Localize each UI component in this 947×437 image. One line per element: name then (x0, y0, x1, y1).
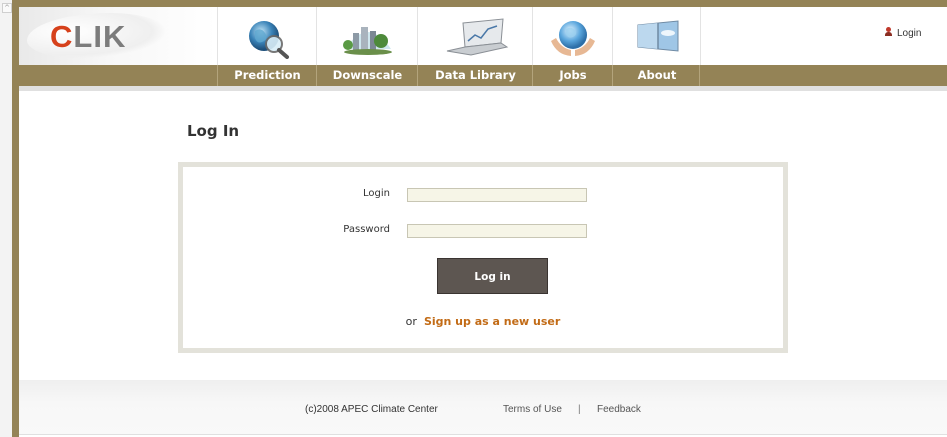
scroll-up-arrow-icon[interactable]: ^ (2, 3, 12, 13)
nav-item-about[interactable]: About (612, 65, 701, 86)
nav-divider (699, 65, 700, 86)
main-nav: Prediction Downscale Data Library Jobs A… (19, 65, 947, 86)
footer-copyright: (c)2008 APEC Climate Center (305, 404, 438, 415)
prediction-thumb[interactable] (217, 7, 317, 65)
jobs-thumb[interactable] (532, 7, 613, 65)
nav-item-jobs[interactable]: Jobs (532, 65, 613, 86)
feedback-link[interactable]: Feedback (597, 404, 641, 415)
terms-of-use-link[interactable]: Terms of Use (503, 404, 562, 415)
nav-item-data-library[interactable]: Data Library (417, 65, 533, 86)
header-login-label: Login (897, 28, 922, 39)
logo-letter-c: C (50, 19, 74, 54)
globe-magnifier-icon (248, 21, 289, 59)
signup-link[interactable]: Sign up as a new user (424, 315, 560, 328)
login-submit-button[interactable]: Log in (437, 258, 548, 294)
scrollbar-gutter[interactable]: ^ (0, 0, 12, 437)
nav-item-prediction[interactable]: Prediction (217, 65, 317, 86)
password-field-label: Password (343, 224, 390, 235)
password-input[interactable] (407, 224, 587, 238)
data-library-thumb[interactable] (417, 7, 533, 65)
city-globe-icon (342, 27, 392, 55)
site-footer (19, 380, 947, 435)
frame-top-rail (12, 0, 947, 7)
laptop-chart-icon (446, 18, 508, 56)
downscale-thumb[interactable] (316, 7, 418, 65)
logo-area[interactable]: CLIK (19, 7, 217, 65)
logo-letters-lik: LIK (73, 19, 127, 54)
login-input[interactable] (407, 188, 587, 202)
window-sky-icon (637, 20, 679, 52)
page-title: Log In (187, 122, 240, 140)
signup-line: or Sign up as a new user (0, 315, 947, 328)
clik-logo[interactable]: CLIK (50, 19, 126, 55)
nav-shadow (19, 86, 947, 91)
signup-prefix: or (405, 315, 417, 328)
about-thumb[interactable] (612, 7, 701, 65)
user-icon (885, 27, 892, 37)
frame-left-rail (12, 0, 19, 437)
login-field-label: Login (363, 188, 390, 199)
footer-separator: | (578, 404, 581, 415)
globe-in-hands-icon (551, 21, 595, 56)
site-header: CLIK Login (19, 7, 947, 65)
nav-item-downscale[interactable]: Downscale (316, 65, 418, 86)
footer-bottom-line (19, 434, 947, 435)
header-login-link[interactable]: Login (885, 27, 921, 39)
nav-thumb-end (700, 7, 701, 65)
